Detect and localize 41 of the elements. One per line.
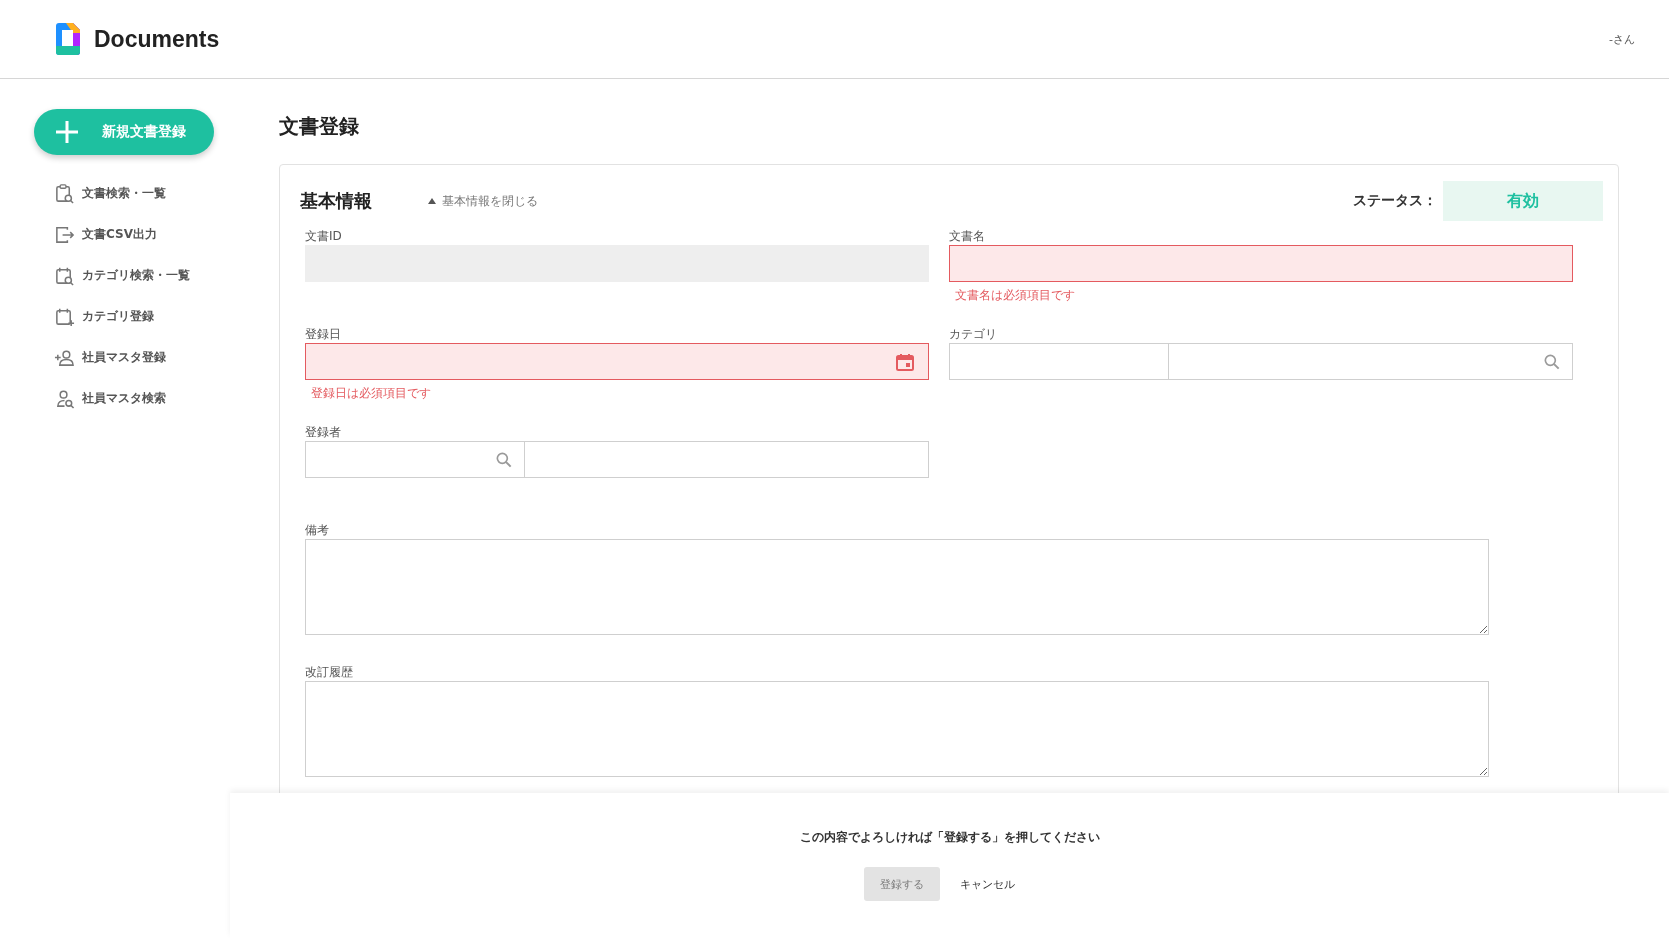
sidebar-item-label: 社員マスタ検索	[82, 389, 166, 407]
logo-icon	[54, 22, 82, 56]
text-field[interactable]	[949, 245, 1573, 282]
page-title: 文書登録	[279, 113, 360, 140]
field-label: 登録日	[305, 326, 342, 343]
status-badge: 有効	[1443, 181, 1603, 221]
collapse-toggle[interactable]: 基本情報を閉じる	[428, 192, 538, 210]
cancel-button[interactable]: キャンセル	[950, 867, 1025, 901]
field-label: カテゴリ	[949, 326, 998, 343]
text-area[interactable]	[305, 539, 1489, 635]
user-name[interactable]: -さん	[1609, 31, 1635, 47]
sidebar-item[interactable]: カテゴリ検索・一覧	[54, 264, 230, 286]
field-label: 改訂履歴	[305, 664, 354, 681]
sidebar-item[interactable]: 社員マスタ検索	[54, 387, 230, 409]
status-label: ステータス：	[1353, 192, 1437, 210]
confirm-message: この内容でよろしければ「登録する」を押してください	[799, 829, 1100, 846]
field-label: 登録者	[305, 424, 342, 441]
field-label: 文書ID	[305, 228, 343, 245]
section-title: 基本情報	[300, 189, 373, 213]
error-message: 登録日は必須項目です	[311, 385, 432, 402]
sidebar-item-label: カテゴリ登録	[82, 307, 154, 325]
calendar-icon[interactable]	[895, 352, 915, 372]
sidebar-item-label: 文書検索・一覧	[82, 184, 166, 202]
field-label: 文書名	[949, 228, 986, 245]
sidebar-item[interactable]: 文書CSV出力	[54, 223, 230, 245]
lookup-field[interactable]	[305, 441, 929, 478]
sidebar-item-label: 社員マスタ登録	[82, 348, 166, 366]
lookup-field[interactable]	[949, 343, 1573, 380]
triangle-icon	[428, 198, 436, 204]
app-name: Documents	[94, 25, 220, 53]
sidebar-item-label: カテゴリ検索・一覧	[82, 266, 190, 284]
sidebar-item[interactable]: 社員マスタ登録	[54, 346, 230, 368]
date-field[interactable]	[305, 343, 929, 380]
sidebar-item[interactable]: 文書検索・一覧	[54, 182, 230, 204]
plus-icon	[54, 119, 80, 145]
text-area[interactable]	[305, 681, 1489, 777]
clipboard-search-icon	[54, 182, 75, 204]
sidebar-item[interactable]: カテゴリ登録	[54, 305, 230, 327]
sidebar-item-label: 文書CSV出力	[82, 225, 157, 243]
field-label: 備考	[305, 522, 330, 539]
error-message: 文書名は必須項目です	[955, 287, 1076, 304]
